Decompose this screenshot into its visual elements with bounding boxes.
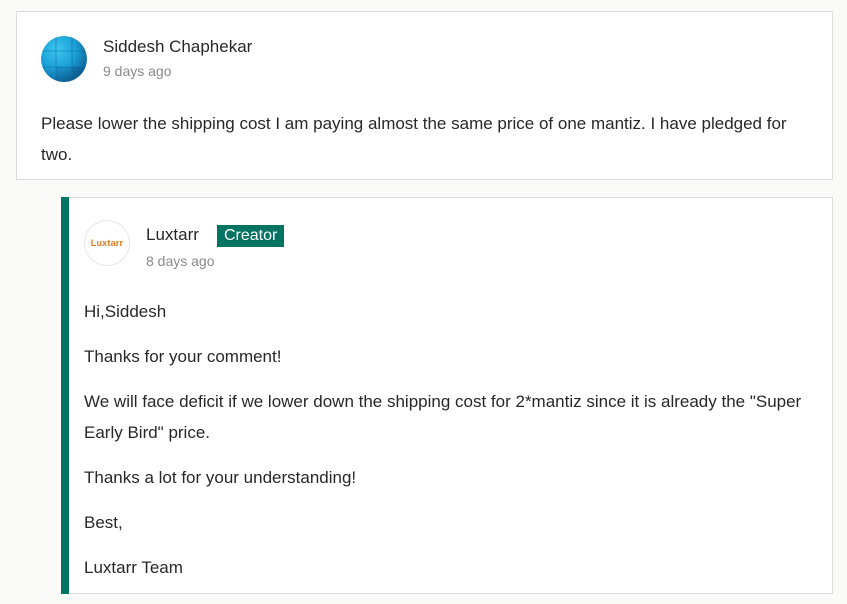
avatar-logo-text: Luxtarr	[90, 238, 124, 248]
reply-accent-bar	[61, 197, 69, 594]
reply-body: Hi,Siddesh Thanks for your comment! We w…	[84, 296, 814, 597]
reply-paragraph: We will face deficit if we lower down th…	[84, 392, 802, 442]
comment-timestamp: 9 days ago	[103, 63, 172, 79]
creator-badge: Creator	[217, 225, 285, 247]
reply-paragraph: Thanks a lot for your understanding!	[84, 468, 357, 487]
reply-paragraph: Hi,Siddesh	[84, 302, 167, 321]
comment-card: Siddesh Chaphekar 9 days ago Please lowe…	[16, 11, 833, 180]
globe-avatar-icon	[41, 36, 87, 82]
comment-author-name[interactable]: Siddesh Chaphekar	[103, 37, 252, 57]
reply-paragraph: Thanks for your comment!	[84, 347, 282, 366]
reply-author-name[interactable]: Luxtarr	[146, 225, 199, 245]
reply-card: Luxtarr Luxtarr Creator 8 days ago Hi,Si…	[61, 197, 833, 594]
reply-paragraph: Best,	[84, 513, 123, 532]
avatar[interactable]	[41, 36, 87, 82]
luxtarr-logo-avatar[interactable]: Luxtarr	[84, 220, 130, 266]
reply-paragraph: Luxtarr Team	[84, 558, 183, 577]
comment-body-text: Please lower the shipping cost I am payi…	[41, 114, 787, 164]
reply-timestamp: 8 days ago	[146, 253, 215, 269]
